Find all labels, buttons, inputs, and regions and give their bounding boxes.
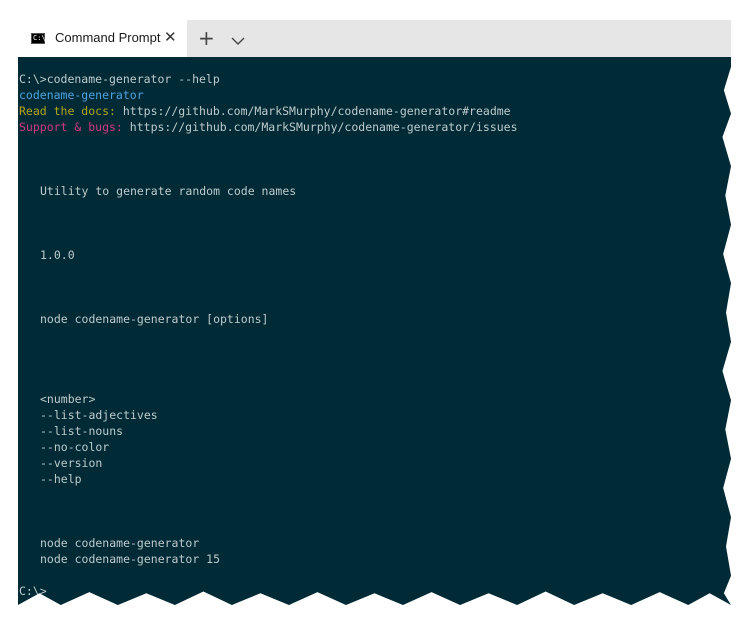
chevron-down-icon[interactable] xyxy=(231,31,245,50)
terminal-output[interactable]: C:\>codename-generator --help codename-g… xyxy=(18,57,731,605)
tab-command-prompt[interactable]: C:\ Command Prompt ✕ xyxy=(18,20,187,57)
command-prompt-icon: C:\ xyxy=(31,33,46,44)
support-line: Support & bugs: https://github.com/MarkS… xyxy=(19,119,518,135)
tab-title: Command Prompt xyxy=(55,30,161,45)
docs-line: Read the docs: https://github.com/MarkSM… xyxy=(19,103,511,119)
prompt[interactable]: C:\> xyxy=(19,583,47,599)
option-item: --version xyxy=(40,456,103,470)
description: Utility to generate random code names xyxy=(40,184,297,198)
docs-label: Read the docs: xyxy=(19,104,116,118)
option-item: --list-nouns xyxy=(40,424,124,438)
new-tab-button[interactable]: + xyxy=(198,26,215,50)
option-item: --no-color xyxy=(40,440,110,454)
option-item: --list-adjectives xyxy=(40,408,158,422)
example-item: node codename-generator 15 xyxy=(40,552,221,566)
tab-bar: C:\ Command Prompt ✕ + xyxy=(18,20,731,57)
usage: node codename-generator [options] xyxy=(40,312,269,326)
example-item: node codename-generator xyxy=(40,536,200,550)
support-label: Support & bugs: xyxy=(19,120,123,134)
command-line: C:\>codename-generator --help xyxy=(19,72,220,86)
close-icon[interactable]: ✕ xyxy=(164,28,177,46)
support-url[interactable]: https://github.com/MarkSMurphy/codename-… xyxy=(130,120,518,134)
terminal-window: C:\ Command Prompt ✕ + C:\>codename-gene… xyxy=(18,20,731,605)
option-item: <number> xyxy=(40,392,96,406)
option-item: --help xyxy=(40,472,82,486)
version: 1.0.0 xyxy=(40,248,75,262)
docs-url[interactable]: https://github.com/MarkSMurphy/codename-… xyxy=(123,104,511,118)
app-name: codename-generator xyxy=(19,88,144,102)
